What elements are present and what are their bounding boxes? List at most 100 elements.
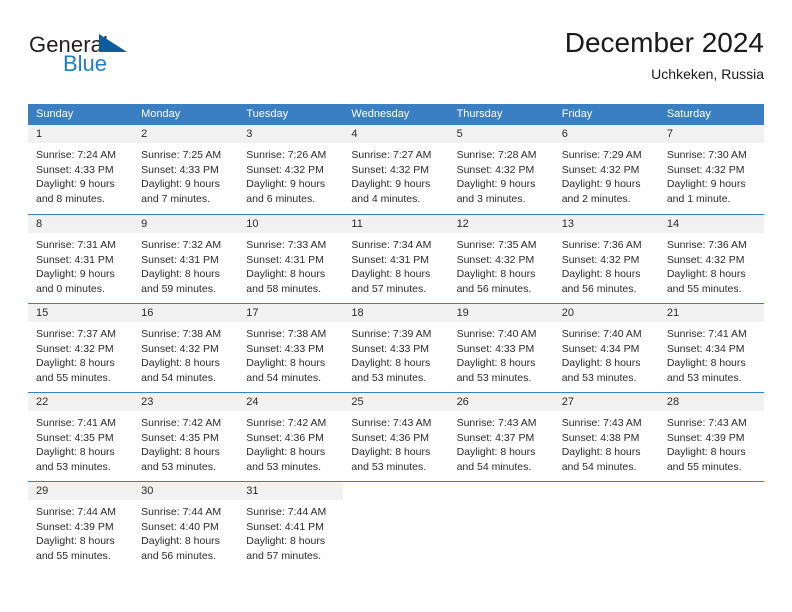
day-cell[interactable]: 5 Sunrise: 7:28 AM Sunset: 4:32 PM Dayli… <box>448 125 554 214</box>
day-info: Sunrise: 7:35 AM Sunset: 4:32 PM Dayligh… <box>449 233 554 296</box>
sunrise-text: Sunrise: 7:38 AM <box>246 328 327 340</box>
sunset-text: Sunset: 4:39 PM <box>666 431 745 444</box>
calendar-page: General Blue December 2024 Uchkeken, Rus… <box>0 0 792 612</box>
daylight-text-line2: and 1 minute. <box>666 192 731 205</box>
day-cell[interactable]: 22 Sunrise: 7:41 AM Sunset: 4:35 PM Dayl… <box>28 393 134 481</box>
sunrise-text: Sunrise: 7:27 AM <box>351 149 432 161</box>
sunrise-text: Sunrise: 7:25 AM <box>141 149 222 161</box>
day-cell[interactable]: 17 Sunrise: 7:38 AM Sunset: 4:33 PM Dayl… <box>238 304 344 392</box>
daylight-text-line1: Daylight: 8 hours <box>351 268 431 280</box>
sunrise-text: Sunrise: 7:40 AM <box>561 328 642 340</box>
sunrise-text: Sunrise: 7:44 AM <box>36 506 116 518</box>
day-number: 20 <box>553 304 659 322</box>
day-cell[interactable]: 28 Sunrise: 7:43 AM Sunset: 4:39 PM Dayl… <box>658 393 764 481</box>
week-row: 8 Sunrise: 7:31 AM Sunset: 4:31 PM Dayli… <box>28 214 764 303</box>
day-info: Sunrise: 7:33 AM Sunset: 4:31 PM Dayligh… <box>238 233 343 296</box>
day-number: 9 <box>133 215 239 233</box>
day-cell[interactable]: 6 Sunrise: 7:29 AM Sunset: 4:32 PM Dayli… <box>553 125 659 214</box>
day-cell[interactable]: 23 Sunrise: 7:42 AM Sunset: 4:35 PM Dayl… <box>133 393 239 481</box>
sunrise-text: Sunrise: 7:41 AM <box>36 417 116 429</box>
brand-logo[interactable]: General Blue <box>28 30 238 90</box>
day-number: 25 <box>343 393 449 411</box>
day-number: 24 <box>238 393 344 411</box>
sunset-text: Sunset: 4:35 PM <box>141 431 219 444</box>
day-cell[interactable]: 1 Sunrise: 7:24 AM Sunset: 4:33 PM Dayli… <box>28 125 134 214</box>
day-cell[interactable]: 20 Sunrise: 7:40 AM Sunset: 4:34 PM Dayl… <box>553 304 659 392</box>
day-cell[interactable]: 13 Sunrise: 7:36 AM Sunset: 4:32 PM Dayl… <box>553 215 659 303</box>
day-cell[interactable]: 27 Sunrise: 7:43 AM Sunset: 4:38 PM Dayl… <box>553 393 659 481</box>
day-number: 22 <box>28 393 134 411</box>
sunset-text: Sunset: 4:31 PM <box>141 253 219 266</box>
day-number: 27 <box>553 393 659 411</box>
week-row: 1 Sunrise: 7:24 AM Sunset: 4:33 PM Dayli… <box>28 125 764 214</box>
day-number: 23 <box>133 393 239 411</box>
day-cell[interactable]: 29 Sunrise: 7:44 AM Sunset: 4:39 PM Dayl… <box>28 482 134 570</box>
day-cell[interactable]: 26 Sunrise: 7:43 AM Sunset: 4:37 PM Dayl… <box>448 393 554 481</box>
weekday-header-tuesday: Tuesday <box>246 108 289 120</box>
daylight-text-line1: Daylight: 8 hours <box>666 268 746 280</box>
sunset-text: Sunset: 4:33 PM <box>141 163 219 176</box>
day-cell[interactable]: 7 Sunrise: 7:30 AM Sunset: 4:32 PM Dayli… <box>658 125 764 214</box>
daylight-text-line1: Daylight: 9 hours <box>666 178 746 190</box>
sunrise-text: Sunrise: 7:43 AM <box>561 417 642 429</box>
daylight-text-line1: Daylight: 8 hours <box>246 535 326 547</box>
daylight-text-line1: Daylight: 8 hours <box>141 357 220 369</box>
day-number <box>343 482 448 500</box>
day-cell[interactable]: 2 Sunrise: 7:25 AM Sunset: 4:33 PM Dayli… <box>133 125 239 214</box>
day-cell[interactable]: 19 Sunrise: 7:40 AM Sunset: 4:33 PM Dayl… <box>448 304 554 392</box>
day-cell[interactable]: 11 Sunrise: 7:34 AM Sunset: 4:31 PM Dayl… <box>343 215 449 303</box>
daylight-text-line1: Daylight: 9 hours <box>456 178 536 190</box>
sunrise-text: Sunrise: 7:37 AM <box>36 328 116 340</box>
day-cell[interactable]: 21 Sunrise: 7:41 AM Sunset: 4:34 PM Dayl… <box>658 304 764 392</box>
sunrise-text: Sunrise: 7:41 AM <box>666 328 747 340</box>
day-cell[interactable]: 16 Sunrise: 7:38 AM Sunset: 4:32 PM Dayl… <box>133 304 239 392</box>
day-cell[interactable]: 3 Sunrise: 7:26 AM Sunset: 4:32 PM Dayli… <box>238 125 344 214</box>
day-number: 29 <box>28 482 134 500</box>
sunrise-text: Sunrise: 7:32 AM <box>141 239 222 251</box>
day-info: Sunrise: 7:25 AM Sunset: 4:33 PM Dayligh… <box>133 143 238 206</box>
week-row: 15 Sunrise: 7:37 AM Sunset: 4:32 PM Dayl… <box>28 303 764 392</box>
day-info: Sunrise: 7:31 AM Sunset: 4:31 PM Dayligh… <box>28 233 133 296</box>
sunset-text: Sunset: 4:36 PM <box>246 431 324 444</box>
sunset-text: Sunset: 4:32 PM <box>351 163 430 176</box>
triangle-logo-icon <box>99 34 127 52</box>
week-row: 29 Sunrise: 7:44 AM Sunset: 4:39 PM Dayl… <box>28 481 764 570</box>
day-cell[interactable]: 8 Sunrise: 7:31 AM Sunset: 4:31 PM Dayli… <box>28 215 134 303</box>
day-cell[interactable]: 12 Sunrise: 7:35 AM Sunset: 4:32 PM Dayl… <box>448 215 554 303</box>
day-cell[interactable]: 25 Sunrise: 7:43 AM Sunset: 4:36 PM Dayl… <box>343 393 449 481</box>
day-cell[interactable]: 4 Sunrise: 7:27 AM Sunset: 4:32 PM Dayli… <box>343 125 449 214</box>
day-info: Sunrise: 7:40 AM Sunset: 4:34 PM Dayligh… <box>554 322 659 385</box>
daylight-text-line1: Daylight: 8 hours <box>246 446 326 458</box>
sunrise-text: Sunrise: 7:44 AM <box>246 506 327 518</box>
sunrise-text: Sunrise: 7:42 AM <box>246 417 327 429</box>
sunset-text: Sunset: 4:31 PM <box>351 253 430 266</box>
day-cell[interactable]: 31 Sunrise: 7:44 AM Sunset: 4:41 PM Dayl… <box>238 482 344 570</box>
page-title: December 2024 <box>564 27 764 58</box>
day-cell[interactable]: 30 Sunrise: 7:44 AM Sunset: 4:40 PM Dayl… <box>133 482 239 570</box>
day-number: 10 <box>238 215 344 233</box>
page-subtitle: Uchkeken, Russia <box>651 66 764 82</box>
weekday-header-thursday: Thursday <box>456 108 503 120</box>
day-cell-empty <box>343 482 448 570</box>
day-cell[interactable]: 15 Sunrise: 7:37 AM Sunset: 4:32 PM Dayl… <box>28 304 134 392</box>
day-cell-empty <box>449 482 554 570</box>
daylight-text-line1: Daylight: 9 hours <box>36 268 115 280</box>
day-info: Sunrise: 7:43 AM Sunset: 4:38 PM Dayligh… <box>554 411 659 474</box>
sunset-text: Sunset: 4:31 PM <box>246 253 324 266</box>
day-cell[interactable]: 10 Sunrise: 7:33 AM Sunset: 4:31 PM Dayl… <box>238 215 344 303</box>
daylight-text-line2: and 55 minutes. <box>36 371 111 384</box>
day-number: 31 <box>238 482 344 500</box>
sunset-text: Sunset: 4:38 PM <box>561 431 640 444</box>
sunrise-text: Sunrise: 7:31 AM <box>36 239 116 251</box>
daylight-text-line2: and 2 minutes. <box>561 192 631 205</box>
daylight-text-line1: Daylight: 8 hours <box>456 446 536 458</box>
day-info: Sunrise: 7:24 AM Sunset: 4:33 PM Dayligh… <box>28 143 133 206</box>
daylight-text-line2: and 7 minutes. <box>141 192 211 205</box>
day-cell[interactable]: 24 Sunrise: 7:42 AM Sunset: 4:36 PM Dayl… <box>238 393 344 481</box>
sunrise-text: Sunrise: 7:44 AM <box>141 506 222 518</box>
day-cell[interactable]: 9 Sunrise: 7:32 AM Sunset: 4:31 PM Dayli… <box>133 215 239 303</box>
daylight-text-line2: and 53 minutes. <box>456 371 532 384</box>
day-cell[interactable]: 14 Sunrise: 7:36 AM Sunset: 4:32 PM Dayl… <box>658 215 764 303</box>
day-cell[interactable]: 18 Sunrise: 7:39 AM Sunset: 4:33 PM Dayl… <box>343 304 449 392</box>
day-info: Sunrise: 7:27 AM Sunset: 4:32 PM Dayligh… <box>343 143 448 206</box>
